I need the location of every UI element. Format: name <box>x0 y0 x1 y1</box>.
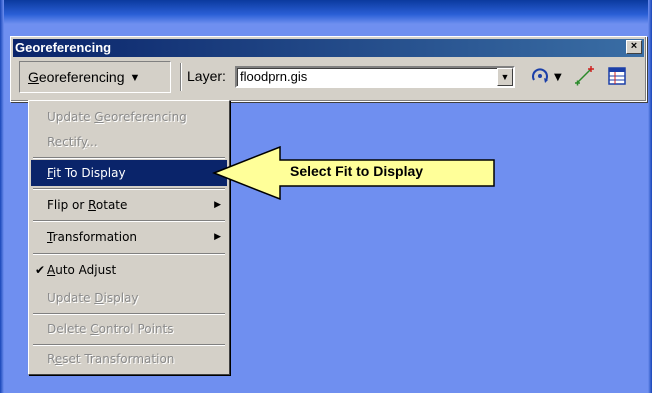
menu-separator <box>33 313 225 315</box>
menu-item-text: uto Adjust <box>55 263 117 277</box>
menu-item-update-georeferencing[interactable]: Update Georeferencing <box>31 104 227 130</box>
menu-separator <box>33 220 225 222</box>
layer-dropdown-button[interactable]: ▼ <box>497 68 513 86</box>
menu-item-text: set Transformation <box>62 352 175 366</box>
menu-item-text: ransformation <box>52 230 138 244</box>
desktop-frame-right <box>648 0 652 393</box>
toolbar-separator <box>180 63 182 91</box>
menu-separator <box>33 157 225 159</box>
menu-item-rectify[interactable]: Rectify... <box>31 129 227 155</box>
menu-item-text: it To Display <box>53 166 126 180</box>
view-link-table-icon[interactable] <box>607 66 627 86</box>
menu-item-text: Flip or <box>47 198 89 212</box>
menu-item-auto-adjust[interactable]: ✔ Auto Adjust <box>31 257 227 283</box>
layer-select-value: floodprn.gis <box>240 69 308 84</box>
add-control-points-icon[interactable] <box>573 63 597 87</box>
close-button[interactable]: × <box>626 40 642 54</box>
menu-item-update-display[interactable]: Update Display <box>31 285 227 311</box>
checkmark-icon: ✔ <box>35 263 46 277</box>
menu-item-transformation[interactable]: Transformation ▶ <box>31 224 227 250</box>
menu-item-mnemonic: C <box>90 322 99 336</box>
menu-separator <box>33 253 225 255</box>
menu-button-mnemonic: G <box>28 69 39 85</box>
toolbar-title: Georeferencing <box>15 40 112 55</box>
menu-item-mnemonic: R <box>88 198 96 212</box>
menu-item-flip-or-rotate[interactable]: Flip or Rotate ▶ <box>31 192 227 218</box>
rotate-icon[interactable] <box>529 65 551 87</box>
menu-item-text: R <box>47 352 55 366</box>
menu-item-text: Delete <box>47 322 91 336</box>
menu-item-mnemonic: D <box>94 291 104 305</box>
menu-item-text: Rectif <box>47 135 81 149</box>
menu-item-text: otate <box>95 198 128 212</box>
layer-label: Layer: <box>187 68 226 84</box>
menu-item-fit-to-display[interactable]: Fit To Display <box>31 160 227 186</box>
chevron-down-icon: ▼ <box>129 72 141 84</box>
menu-item-text: ... <box>86 135 98 149</box>
menu-item-text: eoreferencing <box>103 110 187 124</box>
menu-item-reset-transformation[interactable]: Reset Transformation <box>31 346 227 372</box>
callout-text: Select Fit to Display <box>290 163 424 179</box>
menu-button-label: eoreferencing <box>38 69 125 85</box>
menu-item-text: isplay <box>103 291 139 305</box>
desktop-frame-left <box>0 0 4 393</box>
menu-separator <box>33 188 225 190</box>
georeferencing-toolbar: Georeferencing × Georeferencing ▼ Layer: … <box>10 36 647 102</box>
georeferencing-dropdown-menu: Update Georeferencing Rectify... Fit To … <box>28 100 230 375</box>
rotate-dropdown-icon[interactable]: ▼ <box>554 72 562 83</box>
toolbar-title-bar[interactable]: Georeferencing × <box>13 39 644 57</box>
menu-item-mnemonic: G <box>94 110 104 124</box>
submenu-arrow-icon: ▶ <box>214 232 221 242</box>
menu-item-delete-control-points[interactable]: Delete Control Points <box>31 316 227 342</box>
menu-item-mnemonic: A <box>47 263 56 277</box>
menu-item-text: Update <box>47 110 95 124</box>
menu-item-text: ontrol Points <box>98 322 174 336</box>
desktop-frame-top <box>0 0 652 24</box>
layer-select[interactable]: floodprn.gis ▼ <box>235 66 515 88</box>
georeferencing-menu-button[interactable]: Georeferencing ▼ <box>19 61 171 93</box>
menu-item-text: Update <box>47 291 95 305</box>
